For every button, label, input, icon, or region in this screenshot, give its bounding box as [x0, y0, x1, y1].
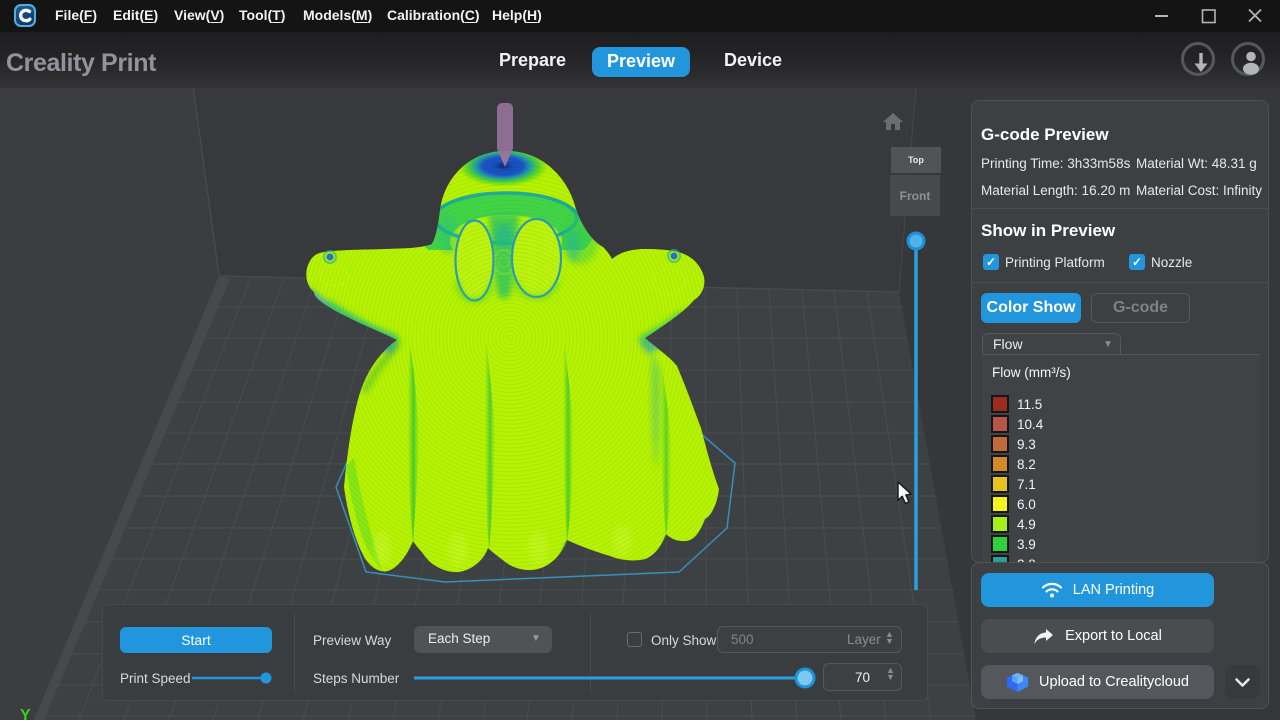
svg-text:Y: Y	[20, 707, 31, 720]
svg-text:Top: Top	[908, 155, 924, 165]
svg-text:Front: Front	[900, 189, 931, 203]
